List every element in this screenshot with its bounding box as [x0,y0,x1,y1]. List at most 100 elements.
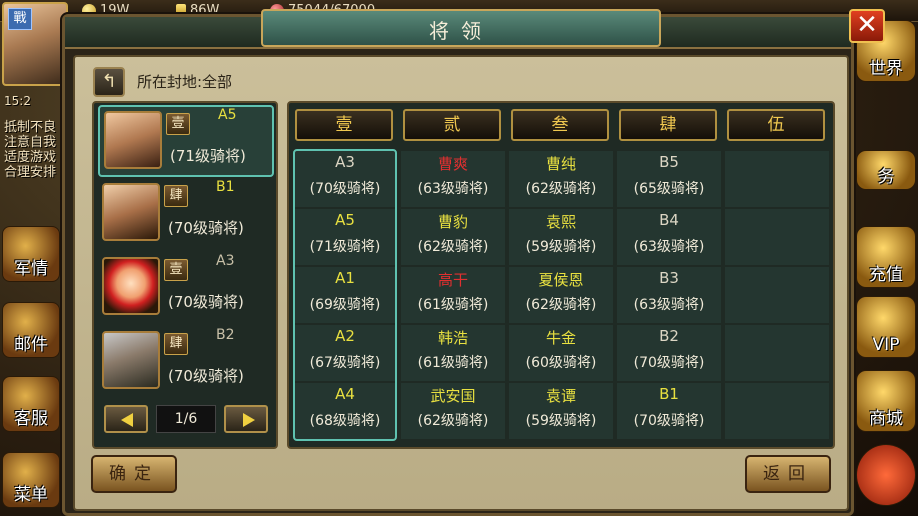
formation-slot[interactable]: 曹纯 (62级骑将) [509,151,613,207]
return-button[interactable]: 返回 [745,455,831,493]
menu-button[interactable]: 菜单 [2,452,60,508]
slot-general-name: 武安国 [430,387,476,405]
formation-slot[interactable]: A4 (68级骑将) [293,383,397,439]
slot-general-name: 袁谭 [545,387,576,405]
general-desc: (70级骑将) [168,367,244,385]
formation-slot[interactable]: A2 (67级骑将) [293,325,397,381]
formation-slot[interactable] [725,209,829,265]
slot-general-desc: (71级骑将) [309,239,381,255]
slot-general-name: 曹豹 [437,213,468,231]
customer-service-button[interactable]: 客服 [2,376,60,432]
slot-general-desc: (70级骑将) [633,413,705,429]
recharge-label: 充值 [869,265,903,285]
expand-button[interactable] [856,444,916,506]
formation-slot[interactable]: 袁谭 (59级骑将) [509,383,613,439]
general-portrait [104,111,162,169]
formation-slot[interactable]: 曹爽 (63级骑将) [401,151,505,207]
shop-button[interactable]: 商城 [856,370,916,432]
slot-general-desc: (62级骑将) [525,297,597,313]
slot-general-name: 高干 [437,271,468,289]
dialog-title: 将领 [429,19,493,43]
slot-general-desc: (67级骑将) [309,355,381,371]
general-item[interactable]: 肆 B1 (70级骑将) [98,179,274,251]
slot-general-name: 袁熙 [545,213,576,231]
general-rank-badge: 壹 [164,259,188,281]
formation-slot[interactable]: 高干 (61级骑将) [401,267,505,323]
general-portrait [102,331,160,389]
formation-slot[interactable]: A3 (70级骑将) [293,151,397,207]
formation-slot[interactable]: A5 (71级骑将) [293,209,397,265]
slot-general-desc: (63级骑将) [633,297,705,313]
vip-button[interactable]: VIP [856,296,916,358]
back-arrow-icon[interactable]: ↰ [93,67,125,97]
mail-button[interactable]: 邮件 [2,302,60,358]
slot-general-desc: (63级骑将) [417,181,489,197]
formation-slot[interactable] [725,325,829,381]
slot-general-desc: (65级骑将) [633,181,705,197]
slot-general-name: 夏侯恩 [538,271,584,289]
formation-slot[interactable]: 曹豹 (62级骑将) [401,209,505,265]
military-info-label: 军情 [14,259,48,279]
column-header[interactable]: 叁 [511,109,609,141]
slot-general-desc: (62级骑将) [525,181,597,197]
prev-page-icon[interactable] [104,405,148,433]
slot-general-desc: (59级骑将) [525,239,597,255]
slot-general-desc: (69级骑将) [309,297,381,313]
column-header[interactable]: 壹 [295,109,393,141]
slot-general-desc: (70级骑将) [633,355,705,371]
general-portrait [102,183,160,241]
shop-label: 商城 [869,409,903,429]
left-sidebar: 15:2 抵制不良 注意自我 适度游戏 合理安排 军情 邮件 客服 菜单 [0,90,62,516]
general-item[interactable]: 壹 A5 (71级骑将) [98,105,274,177]
general-item[interactable]: 肆 B2 (70级骑将) [98,327,274,399]
formation-slot[interactable]: 武安国 (62级骑将) [401,383,505,439]
slot-general-desc: (61级骑将) [417,297,489,313]
next-page-icon[interactable] [224,405,268,433]
dialog-title-plate: 将领 [261,9,661,47]
formation-slot[interactable]: 牛金 (60级骑将) [509,325,613,381]
slot-general-desc: (61级骑将) [417,355,489,371]
formation-slot[interactable]: B3 (63级骑将) [617,267,721,323]
general-desc: (70级骑将) [168,293,244,311]
general-item[interactable]: 壹 A3 (70级骑将) [98,253,274,325]
formation-slot[interactable]: 袁熙 (59级骑将) [509,209,613,265]
general-slot: A5 [218,107,237,123]
slot-general-desc: (60级骑将) [525,355,597,371]
formation-slot[interactable]: B5 (65级骑将) [617,151,721,207]
close-button[interactable]: ✕ [849,9,885,43]
slot-general-name: 韩浩 [437,329,468,347]
formation-slot[interactable] [725,267,829,323]
game-screen: 19W 86W 75044/67000 戰 15:2 抵制不良 注意自我 适度游… [0,0,918,516]
pager: 1/6 [104,405,268,433]
confirm-button[interactable]: 确定 [91,455,177,493]
slot-general-name: B5 [659,153,679,171]
fief-filter-label[interactable]: 所在封地:全部 [137,71,232,92]
right-sidebar: 世界 务 充值 VIP 商城 [854,20,918,516]
player-avatar[interactable]: 戰 [2,2,68,86]
formation-slot[interactable]: A1 (69级骑将) [293,267,397,323]
general-desc: (70级骑将) [168,219,244,237]
vip-label: VIP [872,335,900,355]
formation-slot[interactable]: B2 (70级骑将) [617,325,721,381]
general-rank-badge: 肆 [164,185,188,207]
formation-slot[interactable]: 夏侯恩 (62级骑将) [509,267,613,323]
formation-slot[interactable]: 韩浩 (61级骑将) [401,325,505,381]
column-header[interactable]: 伍 [727,109,825,141]
formation-slot[interactable] [725,151,829,207]
task-button[interactable]: 务 [856,150,916,190]
formation-slot[interactable]: B4 (63级骑将) [617,209,721,265]
formation-slot[interactable] [725,383,829,439]
general-list: 壹 A5 (71级骑将) 肆 B1 (70级骑将) 壹 A3 (70级骑将) 肆… [92,101,278,449]
military-info-button[interactable]: 军情 [2,226,60,282]
general-desc: (71级骑将) [170,147,246,165]
column-header[interactable]: 肆 [619,109,717,141]
slot-general-desc: (62级骑将) [417,239,489,255]
dialog-body: ↰ 所在封地:全部 壹 A5 (71级骑将) 肆 B1 (70级骑将) 壹 A3… [73,55,849,511]
general-slot: B2 [216,327,235,343]
recharge-button[interactable]: 充值 [856,226,916,288]
slot-general-name: B3 [659,269,679,287]
slot-general-name: A2 [335,327,355,345]
formation-slot[interactable]: B1 (70级骑将) [617,383,721,439]
column-header[interactable]: 贰 [403,109,501,141]
slot-general-desc: (63级骑将) [633,239,705,255]
